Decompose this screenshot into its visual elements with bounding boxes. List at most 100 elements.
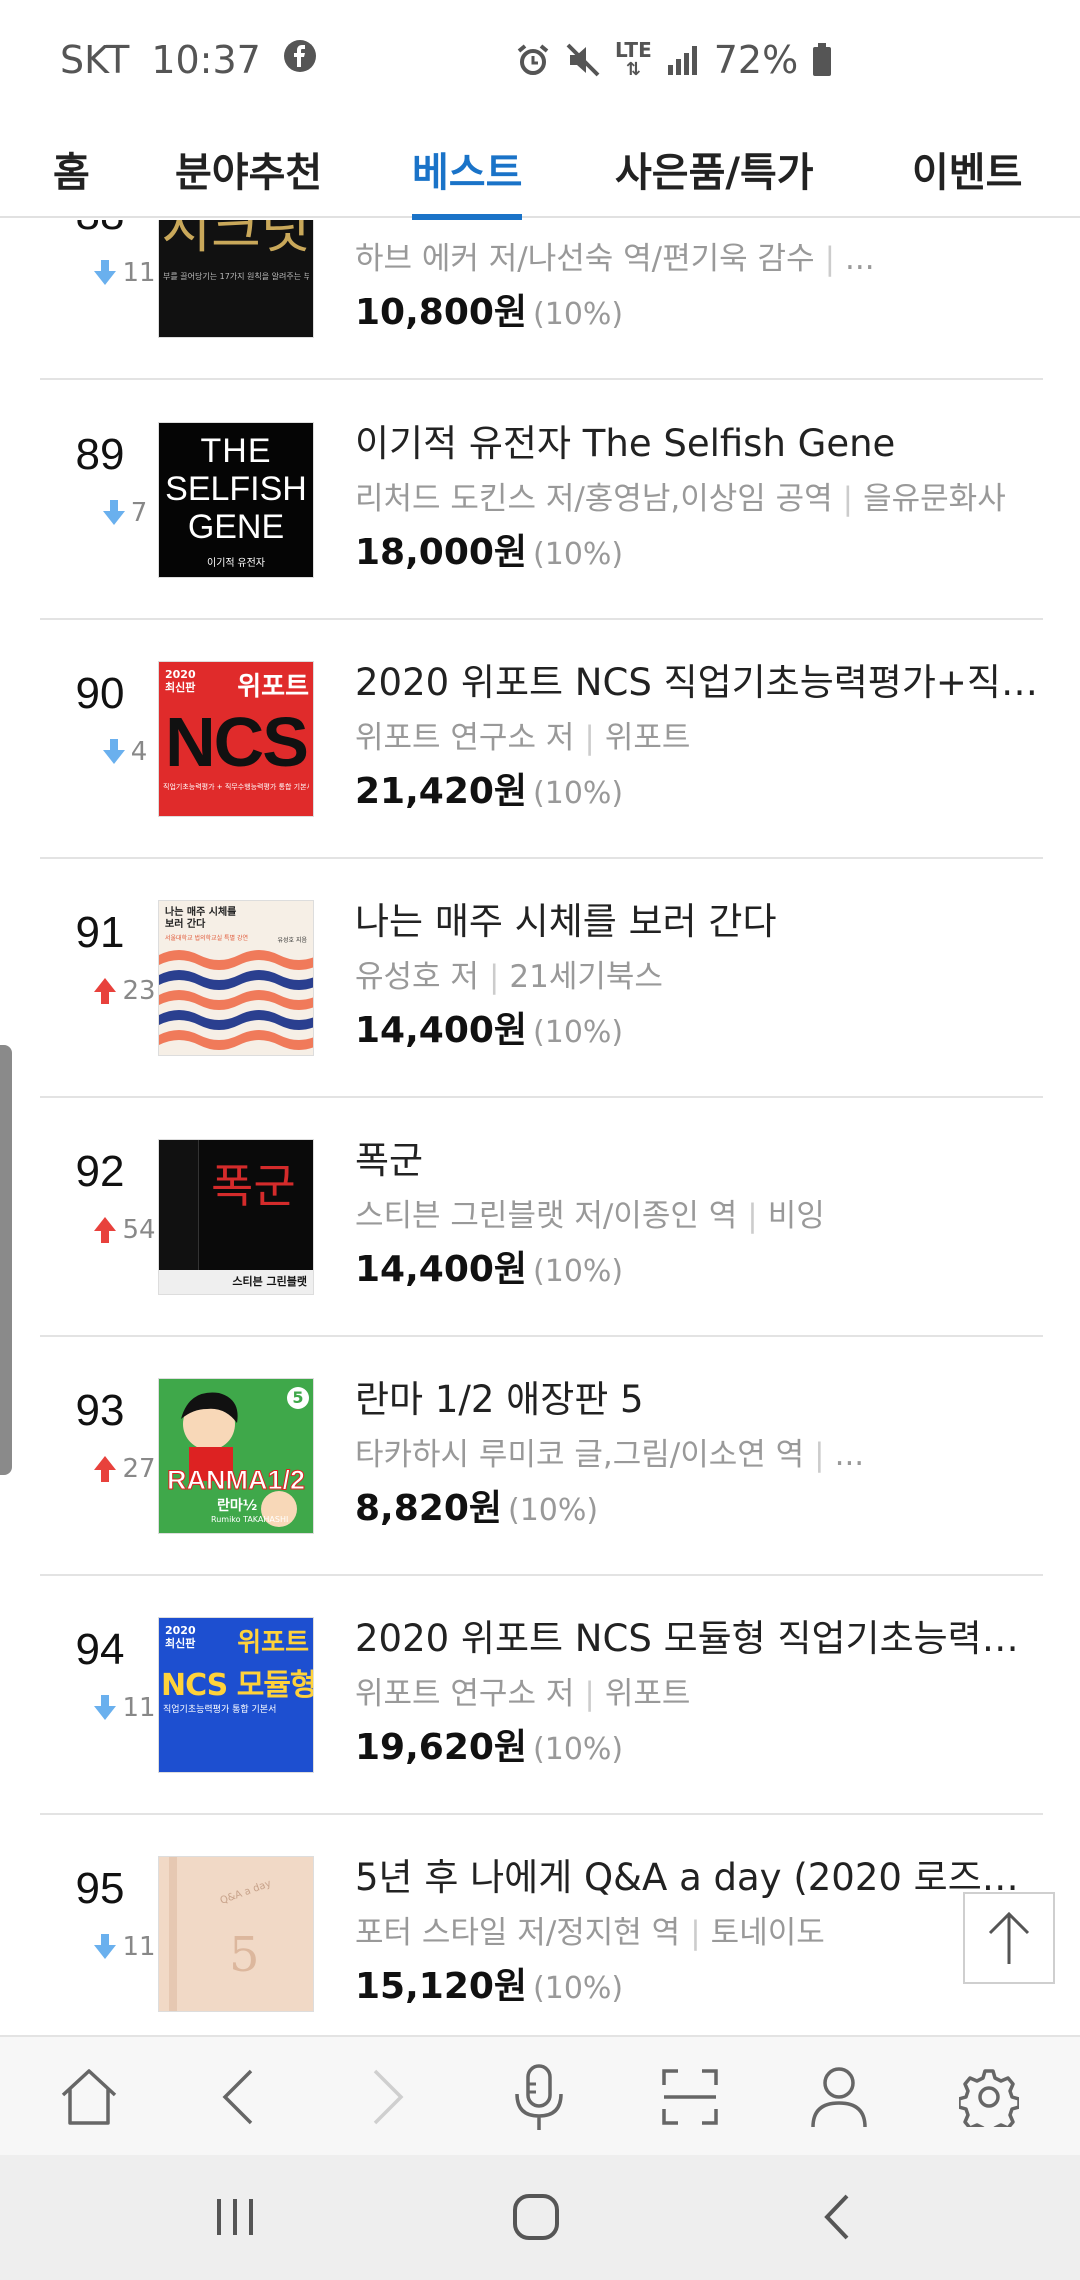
barcode-scan-button[interactable]: [648, 2055, 732, 2139]
book-title[interactable]: 란마 1/2 애장판 5: [355, 1374, 1045, 1426]
cover-number: 5: [229, 1927, 260, 1983]
home-icon: [61, 2069, 117, 2125]
book-price: 14,400원: [355, 1010, 528, 1051]
home-button[interactable]: [47, 2055, 131, 2139]
settings-button[interactable]: [947, 2055, 1031, 2139]
book-title[interactable]: 2020 위포트 NCS 모듈형 직업기초능력평가...: [355, 1613, 1045, 1665]
book-list-item[interactable]: 91 23 나는 매주 시체를 보러 간다 서울대학교 법의학교실 특별 강연 유…: [40, 858, 1043, 1098]
book-author-publisher: 하브 에커 저/나선숙 역/편기욱 감수 |...: [355, 241, 875, 277]
clock: 10:37: [151, 38, 261, 82]
my-page-button[interactable]: [797, 2055, 881, 2139]
book-cover-image[interactable]: 나는 매주 시체를 보러 간다 서울대학교 법의학교실 특별 강연 유성호 지음: [158, 900, 314, 1056]
cover-title: 보러 간다: [165, 919, 206, 930]
back-button[interactable]: [198, 2055, 282, 2139]
forward-button[interactable]: [344, 2055, 428, 2139]
cover-subtitle: 직업기초능력평가 + 직무수행능력평가 통합 기본서: [163, 783, 309, 791]
book-list-item[interactable]: 93 27 RANMA1/2 란마½ 5 Rumiko TAKAHASHI 란마…: [40, 1336, 1043, 1576]
cover-subtitle: 이기적 유전자: [207, 557, 265, 569]
tab-events[interactable]: 이벤트: [912, 120, 1022, 218]
rank-up-arrow-icon: [94, 978, 117, 1004]
scroll-handle[interactable]: [0, 1045, 12, 1475]
recent-apps-button[interactable]: [190, 2177, 280, 2257]
cover-title: 폭군: [211, 1159, 296, 1213]
tab-recommended[interactable]: 분야추천: [175, 120, 322, 218]
book-price: 21,420원: [355, 771, 528, 812]
home-circle-icon: [513, 2194, 559, 2240]
user-icon: [811, 2067, 867, 2128]
cover-subtitle: 부를 끌어당기는 17가지 원칙을 알려주는 부자 바이블: [163, 272, 309, 281]
tab-home[interactable]: 홈: [53, 120, 90, 218]
book-author: 유성호 저: [355, 959, 479, 995]
book-cover-image[interactable]: 2020 최신판 위포트 NCS 모듈형 직업기초능력평가 통합 기본서: [158, 1617, 314, 1773]
book-list-item[interactable]: 92 54 폭군 스티븐 그린블랫 폭군 스티븐 그린블랫 저/이종인 역 | 비잉…: [40, 1097, 1043, 1337]
book-title[interactable]: 이기적 유전자 The Selfish Gene: [355, 418, 1045, 470]
book-title[interactable]: 나는 매주 시체를 보러 간다: [355, 896, 1045, 948]
rank-down-arrow-icon: [102, 739, 125, 764]
discount-rate: (10%): [533, 1732, 624, 1767]
status-bar: SKT 10:37 LTE ⇅ 72%: [0, 0, 1080, 120]
cover-edition: 최신판: [165, 681, 196, 694]
book-author-publisher: 리처드 도킨스 저/홍영남,이상임 공역 | 을유문화사: [355, 481, 1006, 517]
rank-change-value: 11: [122, 258, 156, 288]
network-type-label: LTE: [615, 38, 652, 62]
book-author-publisher: 스티븐 그린블랫 저/이종인 역 | 비잉: [355, 1198, 825, 1234]
book-price: 18,000원: [355, 532, 528, 573]
book-price: 14,400원: [355, 1249, 528, 1290]
cover-title: NCS: [165, 703, 309, 781]
book-cover-image[interactable]: 폭군 스티븐 그린블랫: [158, 1139, 314, 1295]
rank-down-arrow-icon: [102, 500, 125, 525]
book-list-item[interactable]: 95 11 Q&A a day 5 5년 후 나에게 Q&A a day (20…: [40, 1814, 1045, 2035]
system-back-button[interactable]: [792, 2177, 882, 2257]
cover-title-korean: 란마½: [217, 1498, 258, 1514]
rank-number: 89: [75, 430, 125, 479]
book-title[interactable]: 5년 후 나에게 Q&A a day (2020 로즈골드 특...: [355, 1852, 1045, 1904]
book-title[interactable]: 폭군: [355, 1135, 1045, 1187]
discount-rate: (10%): [533, 1254, 624, 1289]
book-list-item[interactable]: 94 11 2020 최신판 위포트 NCS 모듈형 직업기초능력평가 통합 기본…: [40, 1575, 1045, 1815]
voice-search-button[interactable]: [497, 2055, 581, 2139]
rank-number: 92: [75, 1147, 125, 1196]
rank-down-arrow-icon: [94, 260, 117, 285]
book-author-publisher: 유성호 저 | 21세기북스: [355, 959, 663, 995]
book-price: 15,120원: [355, 1966, 528, 2007]
book-cover-image[interactable]: THE SELFISH GENE 이기적 유전자: [158, 422, 314, 578]
discount-rate: (10%): [533, 776, 624, 811]
tab-label: 베스트: [412, 150, 523, 196]
tab-gifts-deals[interactable]: 사은품/특가: [615, 120, 814, 218]
book-author-publisher: 위포트 연구소 저 | 위포트: [355, 720, 691, 756]
book-cover-image[interactable]: 2020 최신판 위포트 NCS 직업기초능력평가 + 직무수행능력평가 통합 기…: [158, 661, 314, 817]
microphone-icon: [515, 2064, 563, 2130]
rank-change-value: 7: [130, 498, 148, 528]
rank-change-value: 11: [122, 1693, 156, 1723]
system-home-button[interactable]: [491, 2177, 581, 2257]
rank-change-value: 27: [122, 1454, 156, 1484]
book-list-item[interactable]: 90 4 2020 최신판 위포트 NCS 직업기초능력평가 + 직무수행능력평가…: [40, 619, 1045, 859]
rank-number: 88: [40, 220, 160, 240]
book-cover-image[interactable]: Q&A a day 5: [158, 1856, 314, 2012]
cover-volume: 5: [287, 1387, 309, 1409]
mute-icon: [565, 42, 601, 78]
rank-change-value: 11: [122, 1932, 156, 1962]
category-tab-bar: 홈 분야추천 베스트 사은품/특가 이벤트: [0, 120, 1080, 220]
book-title[interactable]: 시크릿: [355, 220, 1045, 230]
rank-change-value: 54: [122, 1215, 156, 1245]
scroll-to-top-button[interactable]: [963, 1892, 1055, 1984]
book-list-item[interactable]: 89 7 THE SELFISH GENE 이기적 유전자 이기적 유전자 Th…: [40, 380, 1043, 620]
book-publisher: 토네이도: [710, 1915, 825, 1951]
book-cover-image[interactable]: RANMA1/2 란마½ 5 Rumiko TAKAHASHI: [158, 1378, 314, 1534]
cover-year: 2020: [165, 668, 196, 681]
battery-label: 72%: [713, 38, 799, 82]
tab-best[interactable]: 베스트: [412, 120, 523, 220]
book-author: 하브 에커 저/나선숙 역/편기욱 감수: [355, 241, 815, 277]
book-author: 리처드 도킨스 저/홍영남,이상임 공역: [355, 481, 833, 517]
facebook-icon: [283, 38, 317, 82]
cover-subtitle: 직업기초능력평가 통합 기본서: [163, 1705, 277, 1715]
discount-rate: (10%): [533, 297, 624, 332]
arrow-up-icon: [988, 1911, 1030, 1964]
alarm-icon: [515, 42, 551, 78]
book-cover-image[interactable]: 시크릿 부를 끌어당기는 17가지 원칙을 알려주는 부자 바이블: [158, 220, 314, 338]
cover-author: 스티븐 그린블랫: [159, 1270, 313, 1294]
book-title[interactable]: 2020 위포트 NCS 직업기초능력평가+직무수...: [355, 657, 1045, 709]
rank-number: 95: [75, 1864, 125, 1913]
book-list-item[interactable]: 88 11 시크릿 부를 끌어당기는 17가지 원칙을 알려주는 부자 바이블 …: [40, 220, 1043, 380]
